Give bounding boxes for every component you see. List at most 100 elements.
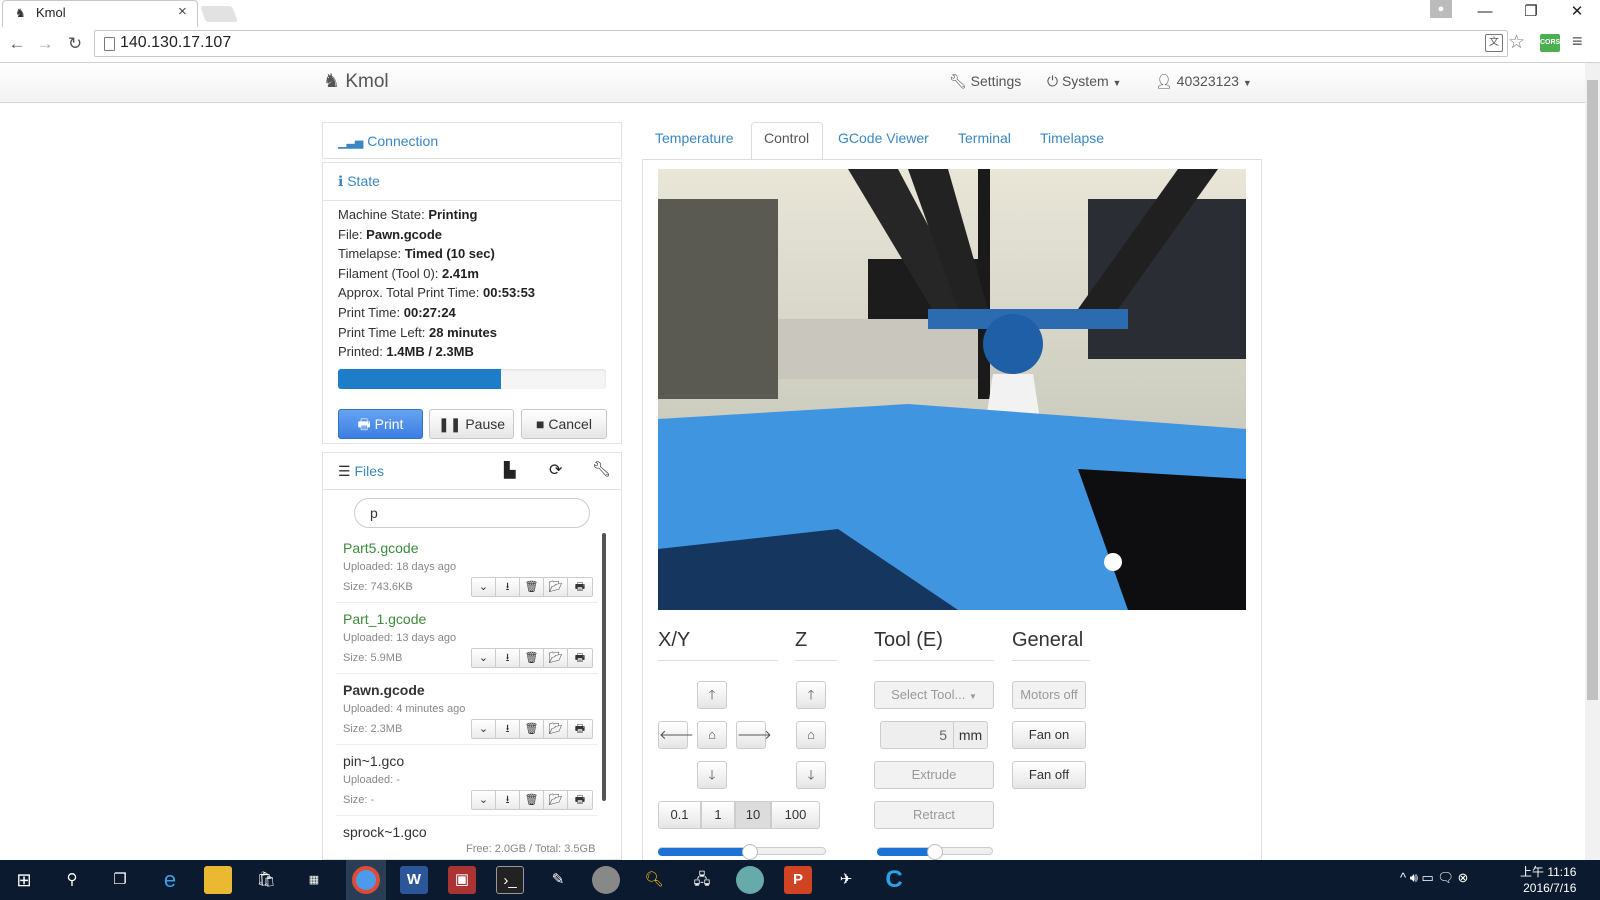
- tab-timelapse[interactable]: Timelapse: [1040, 130, 1104, 146]
- profile-icon[interactable]: ●: [1430, 0, 1452, 18]
- user-menu[interactable]: 👤︎ 40323123 ▼: [1155, 73, 1252, 90]
- file-name[interactable]: pin~1.gco: [343, 753, 404, 769]
- translate-icon[interactable]: 文: [1485, 34, 1503, 52]
- settings-menu[interactable]: 🔧︎ Settings: [949, 73, 1021, 90]
- browser-tab[interactable]: [2, 0, 198, 27]
- edge-icon[interactable]: e: [156, 866, 184, 894]
- open-icon[interactable]: 📂︎: [544, 791, 568, 809]
- menu-icon[interactable]: ≡: [1572, 31, 1583, 52]
- back-icon[interactable]: ←: [6, 33, 28, 55]
- fan-off-button[interactable]: Fan off: [1012, 761, 1086, 789]
- app-icon[interactable]: C: [880, 866, 908, 894]
- print-icon[interactable]: 🖶︎: [568, 791, 592, 809]
- close-tab-icon[interactable]: ×: [178, 3, 187, 20]
- file-name[interactable]: Part_1.gcode: [343, 611, 426, 627]
- url-text[interactable]: 140.130.17.107: [120, 34, 231, 52]
- forward-icon[interactable]: →: [34, 33, 56, 55]
- cors-extension-icon[interactable]: CORS: [1540, 34, 1560, 52]
- motors-off-button[interactable]: Motors off: [1012, 681, 1086, 709]
- tray-icons[interactable]: ^ 🔊︎ ▭ 🗨︎ ⊗: [1400, 870, 1468, 886]
- step-100-button[interactable]: 100: [771, 801, 820, 829]
- app-icon[interactable]: ✎: [544, 866, 572, 894]
- load-icon[interactable]: ⌄: [472, 720, 496, 738]
- open-icon[interactable]: 📂︎: [544, 649, 568, 667]
- app-icon[interactable]: ▣: [448, 866, 476, 894]
- download-icon[interactable]: ⭳: [496, 649, 520, 667]
- minimize-icon[interactable]: —: [1462, 0, 1508, 27]
- files-header[interactable]: ☰ Files: [338, 463, 384, 480]
- fan-on-button[interactable]: Fan on: [1012, 721, 1086, 749]
- select-tool-dropdown[interactable]: Select Tool... ▼: [874, 681, 994, 709]
- y-plus-button[interactable]: 🡑: [697, 681, 727, 709]
- step-0-1-button[interactable]: 0.1: [658, 801, 701, 829]
- network-app-icon[interactable]: 🖧: [688, 866, 716, 894]
- z-home-button[interactable]: ⌂: [796, 721, 826, 749]
- load-icon[interactable]: ⌄: [472, 791, 496, 809]
- tab-temperature[interactable]: Temperature: [655, 130, 734, 146]
- magnifier-icon[interactable]: 🔍︎: [640, 866, 668, 894]
- load-icon[interactable]: ⌄: [472, 649, 496, 667]
- extrude-button[interactable]: Extrude: [874, 761, 994, 789]
- bookmark-star-icon[interactable]: ☆: [1508, 31, 1525, 54]
- tab-control[interactable]: Control: [764, 130, 809, 146]
- retract-button[interactable]: Retract: [874, 801, 994, 829]
- close-window-icon[interactable]: ✕: [1554, 0, 1600, 27]
- start-icon[interactable]: ⊞: [10, 866, 38, 894]
- open-icon[interactable]: 📂︎: [544, 578, 568, 596]
- file-name[interactable]: Pawn.gcode: [343, 682, 425, 698]
- scrollbar-thumb[interactable]: [1587, 80, 1598, 700]
- x-minus-button[interactable]: 🡐: [658, 721, 694, 749]
- flowrate-handle[interactable]: [927, 844, 943, 860]
- tab-terminal[interactable]: Terminal: [958, 130, 1011, 146]
- file-explorer-icon[interactable]: [204, 866, 232, 894]
- clock[interactable]: 上午 11:16 2016/7/16: [1520, 864, 1576, 896]
- delete-icon[interactable]: 🗑︎: [520, 791, 544, 809]
- download-icon[interactable]: ⭳: [496, 791, 520, 809]
- chrome-icon[interactable]: [352, 866, 380, 894]
- brand[interactable]: ♞ Kmol: [323, 70, 389, 93]
- print-button[interactable]: 🖶︎ Print: [338, 409, 423, 439]
- calculator-icon[interactable]: ▦: [300, 866, 328, 894]
- file-name[interactable]: sprock~1.gco: [343, 824, 427, 840]
- download-icon[interactable]: ⭳: [496, 720, 520, 738]
- state-header[interactable]: ℹ State: [338, 173, 380, 190]
- system-menu[interactable]: ⏻ System ▼: [1047, 73, 1121, 90]
- step-10-button[interactable]: 10: [735, 801, 771, 829]
- terminal-icon[interactable]: ›_: [496, 866, 524, 894]
- store-icon[interactable]: 🛍︎: [252, 866, 280, 894]
- new-tab-button[interactable]: [200, 6, 238, 22]
- step-1-button[interactable]: 1: [701, 801, 735, 829]
- download-icon[interactable]: ⭳: [496, 578, 520, 596]
- connection-header[interactable]: ▁▃▅ Connection: [338, 133, 438, 149]
- app-icon[interactable]: [736, 866, 764, 894]
- files-scrollbar[interactable]: [602, 533, 606, 801]
- powerpoint-icon[interactable]: P: [784, 866, 812, 894]
- xy-home-button[interactable]: ⌂: [697, 721, 727, 749]
- refresh-icon[interactable]: ⟳: [549, 460, 562, 480]
- tab-gcode-viewer[interactable]: GCode Viewer: [838, 130, 929, 146]
- print-icon[interactable]: 🖶︎: [568, 649, 592, 667]
- file-name[interactable]: Part5.gcode: [343, 540, 419, 556]
- open-icon[interactable]: 📂︎: [544, 720, 568, 738]
- z-minus-button[interactable]: 🡓: [796, 761, 826, 789]
- pause-button[interactable]: ❚❚ Pause: [429, 409, 514, 439]
- z-plus-button[interactable]: 🡑: [796, 681, 826, 709]
- delete-icon[interactable]: 🗑︎: [520, 578, 544, 596]
- print-icon[interactable]: 🖶︎: [568, 720, 592, 738]
- task-view-icon[interactable]: ❐: [106, 866, 134, 894]
- url-bar[interactable]: [94, 30, 1508, 57]
- app-icon[interactable]: ✈: [832, 866, 860, 894]
- delete-icon[interactable]: 🗑︎: [520, 649, 544, 667]
- file-search-input[interactable]: p: [354, 498, 590, 528]
- load-icon[interactable]: ⌄: [472, 578, 496, 596]
- file-upload-icon[interactable]: ▙: [504, 461, 516, 479]
- reload-icon[interactable]: ↻: [64, 33, 86, 55]
- search-icon[interactable]: ⚲: [58, 866, 86, 894]
- print-icon[interactable]: 🖶︎: [568, 578, 592, 596]
- extrude-amount-input[interactable]: 5: [880, 721, 954, 749]
- wrench-icon[interactable]: 🔧︎: [592, 460, 611, 478]
- app-icon[interactable]: [592, 866, 620, 894]
- cancel-button[interactable]: ■ Cancel: [521, 409, 607, 439]
- x-plus-button[interactable]: 🡒: [736, 721, 772, 749]
- restore-icon[interactable]: ❐: [1508, 0, 1554, 27]
